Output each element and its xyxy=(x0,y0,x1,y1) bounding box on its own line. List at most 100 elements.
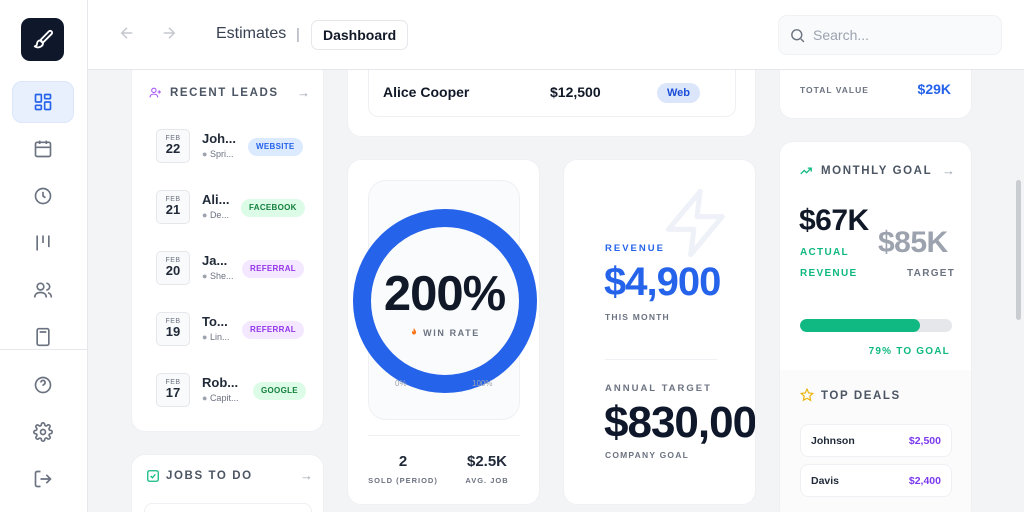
estimate-amount: $12,500 xyxy=(550,84,601,100)
sidebar xyxy=(0,0,88,512)
tab-dashboard[interactable]: Dashboard xyxy=(311,20,409,50)
goal-progress-track xyxy=(800,319,952,332)
top-bar: Estimates | Dashboard xyxy=(88,0,1024,70)
lead-date: FEB 19 xyxy=(156,312,190,346)
lead-subtitle: ● Capit... xyxy=(202,393,239,403)
paintbrush-icon xyxy=(33,29,53,48)
scrollbar-thumb[interactable] xyxy=(1016,180,1021,320)
lead-subtitle: ● Spri... xyxy=(202,149,234,159)
lead-source-badge: WEBSITE xyxy=(248,138,303,156)
app-logo[interactable] xyxy=(21,18,64,61)
recent-leads-title: RECENT LEADS xyxy=(170,87,279,99)
lead-date: FEB 22 xyxy=(156,129,190,163)
monthly-goal-arrow[interactable]: → xyxy=(942,163,955,178)
sold-value: 2 xyxy=(398,453,408,470)
top-deals-section: TOP DEALS Johnson $2,500 Davis $2,400 xyxy=(780,370,971,512)
revenue-label: REVENUE xyxy=(605,243,665,254)
revenue-value: $4,900 xyxy=(604,260,721,304)
avg-job-label: AVG. JOB xyxy=(465,476,509,485)
deal-name: Davis xyxy=(811,475,840,487)
lead-name: To... xyxy=(202,314,228,329)
deal-row[interactable]: Johnson $2,500 xyxy=(800,424,952,457)
jobs-card: JOBS TO DO → xyxy=(131,454,324,512)
lead-date: FEB 21 xyxy=(156,190,190,224)
recent-leads-arrow[interactable]: → xyxy=(297,85,310,100)
nav-calendar[interactable] xyxy=(12,128,74,170)
target-value: $85K xyxy=(878,226,948,259)
flame-icon xyxy=(412,327,417,335)
win-rate-label: WIN RATE xyxy=(348,327,539,338)
actual-revenue-value: $67K xyxy=(799,204,869,237)
revenue-sub: THIS MONTH xyxy=(605,312,670,322)
top-deals-title: TOP DEALS xyxy=(821,390,901,402)
nav-kanban[interactable] xyxy=(12,222,74,264)
star-icon xyxy=(800,388,814,402)
deal-row[interactable]: Davis $2,400 xyxy=(800,464,952,497)
users-icon xyxy=(33,282,53,298)
nav-help[interactable] xyxy=(12,364,74,406)
arrow-left-icon[interactable] xyxy=(118,24,136,42)
gauge-max-label: 100% xyxy=(472,379,493,388)
monthly-goal-card: MONTHLY GOAL → $67K ACTUAL REVENUE $85K … xyxy=(779,141,972,512)
deal-amount: $2,400 xyxy=(908,475,941,487)
clock-icon xyxy=(34,187,52,205)
revenue-divider xyxy=(605,359,717,360)
monthly-goal-title: MONTHLY GOAL xyxy=(821,165,933,177)
sidebar-divider xyxy=(0,349,88,350)
lead-source-badge: GOOGLE xyxy=(253,382,306,400)
actual-label: ACTUAL xyxy=(800,247,849,258)
nav-users[interactable] xyxy=(12,269,74,311)
search-input[interactable] xyxy=(813,16,993,54)
settings-icon xyxy=(33,422,53,442)
annual-target-sub: COMPANY GOAL xyxy=(605,450,689,460)
sold-label: SOLD (PERIOD) xyxy=(368,476,438,485)
deal-name: Johnson xyxy=(811,435,855,447)
win-rate-value: 200% xyxy=(383,267,506,321)
lead-name: Ja... xyxy=(202,253,228,268)
calendar-icon xyxy=(34,140,52,158)
lead-name: Ali... xyxy=(202,192,230,207)
lead-date: FEB 20 xyxy=(156,251,190,285)
lead-date: FEB 17 xyxy=(156,373,190,407)
nav-calculator[interactable] xyxy=(12,316,74,358)
lead-source-badge: FACEBOOK xyxy=(241,199,305,217)
gauge-min-label: 0% xyxy=(395,379,407,388)
jobs-arrow[interactable]: → xyxy=(300,468,313,483)
goal-progress-fill xyxy=(800,319,921,332)
nav-logout[interactable] xyxy=(12,458,74,500)
estimate-client: Alice Cooper xyxy=(383,84,470,100)
avg-job-value: $2.5K xyxy=(466,453,508,470)
lead-subtitle: ● She... xyxy=(202,271,234,281)
arrow-right-icon[interactable] xyxy=(160,24,178,42)
annual-target-label: ANNUAL TARGET xyxy=(605,383,712,394)
dashboard-icon xyxy=(34,93,52,111)
job-item[interactable] xyxy=(144,503,312,512)
total-value-label: TOTAL VALUE xyxy=(800,85,869,95)
user-plus-icon xyxy=(149,87,161,98)
target-label: TARGET xyxy=(907,268,956,279)
lead-subtitle: ● Lin... xyxy=(202,332,230,342)
checkbox-icon xyxy=(147,470,159,482)
help-icon xyxy=(34,376,52,394)
search-box[interactable] xyxy=(778,15,1002,55)
search-icon xyxy=(791,29,805,43)
lead-name: Joh... xyxy=(202,131,236,146)
lead-source-badge: REFERRAL xyxy=(242,321,304,339)
lead-name: Rob... xyxy=(202,375,239,390)
breadcrumb[interactable]: Estimates xyxy=(216,25,286,43)
lead-source-badge: REFERRAL xyxy=(242,260,304,278)
trending-up-icon xyxy=(800,167,812,175)
goal-progress-text: 79% TO GOAL xyxy=(868,346,950,357)
annual-target-value: $830,000 xyxy=(604,398,756,447)
nav-settings[interactable] xyxy=(12,411,74,453)
deal-amount: $2,500 xyxy=(908,435,941,447)
nav-dashboard[interactable] xyxy=(12,81,74,123)
win-rate-divider xyxy=(368,435,520,436)
estimate-source-badge: Web xyxy=(657,83,701,103)
recent-leads-card: RECENT LEADS → FEB 22 Joh... ● Spri... WE… xyxy=(131,60,324,432)
revenue-card: REVENUE $4,900 THIS MONTH ANNUAL TARGET … xyxy=(563,159,756,505)
breadcrumb-separator: | xyxy=(296,26,300,43)
kanban-icon xyxy=(36,235,50,251)
nav-clock[interactable] xyxy=(12,175,74,217)
lightning-icon xyxy=(665,188,725,258)
